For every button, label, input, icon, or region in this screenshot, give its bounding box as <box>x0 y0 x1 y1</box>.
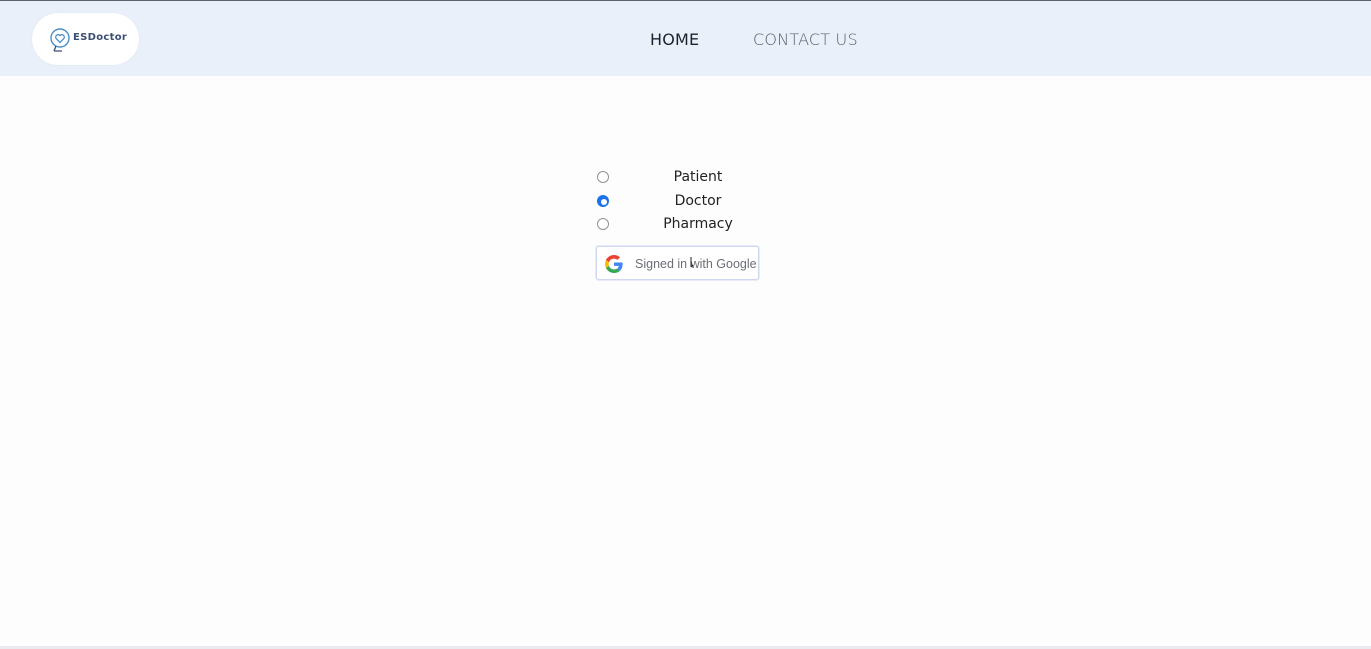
site-header: ESDoctor HOME CONTACT US <box>0 1 1371 76</box>
nav-contact-us[interactable]: CONTACT US <box>753 30 858 49</box>
doctor-radio[interactable] <box>597 195 609 207</box>
site-logo[interactable]: ESDoctor <box>32 13 139 65</box>
nav-home[interactable]: HOME <box>650 30 699 49</box>
role-option-pharmacy[interactable]: Pharmacy <box>596 216 756 236</box>
patient-radio[interactable] <box>597 171 609 183</box>
google-signin-button[interactable]: Signed in with Google <box>596 246 759 280</box>
role-option-doctor[interactable]: Doctor <box>596 193 756 213</box>
heart-map-pin-icon <box>50 28 70 52</box>
pharmacy-radio[interactable] <box>597 218 609 230</box>
logo-text: ESDoctor <box>73 32 128 43</box>
google-g-icon <box>605 255 623 273</box>
pharmacy-label: Pharmacy <box>663 216 733 232</box>
patient-label: Patient <box>673 169 723 185</box>
role-option-patient[interactable]: Patient <box>596 169 756 189</box>
doctor-label: Doctor <box>674 193 722 209</box>
text-cursor-icon <box>690 257 694 268</box>
